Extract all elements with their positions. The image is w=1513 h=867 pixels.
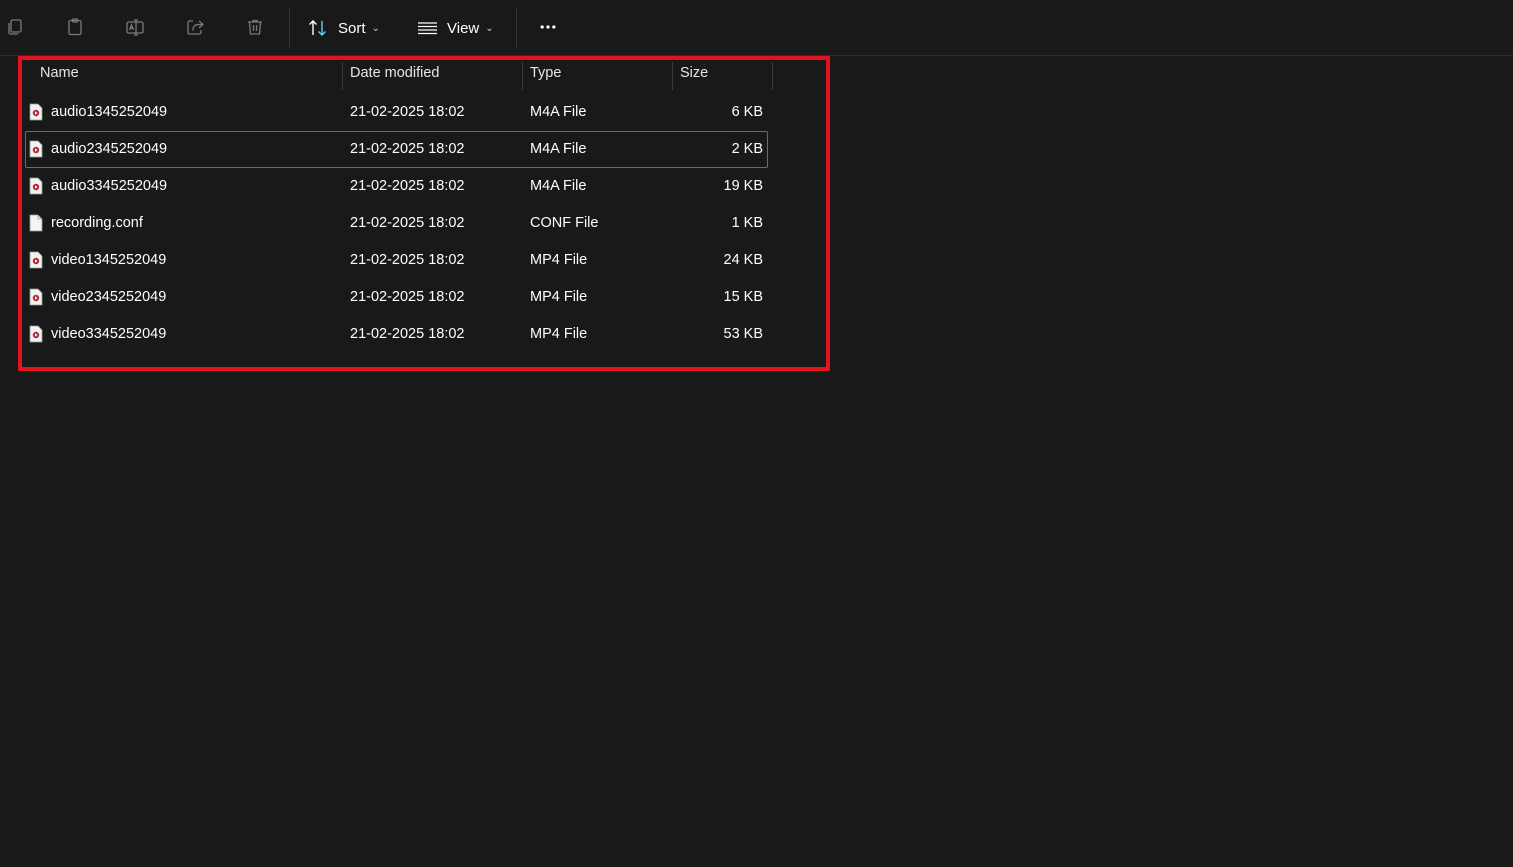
copy-icon[interactable] xyxy=(3,15,27,39)
file-row[interactable]: audio1345252049 21-02-2025 18:02 M4A Fil… xyxy=(25,94,768,131)
file-type: M4A File xyxy=(530,141,587,157)
column-header-name[interactable]: Name xyxy=(33,58,343,88)
file-size: 15 KB xyxy=(723,289,764,305)
file-row[interactable]: video2345252049 21-02-2025 18:02 MP4 Fil… xyxy=(25,279,768,316)
file-size: 2 KB xyxy=(731,141,763,157)
file-name: recording.conf xyxy=(51,215,143,231)
rename-icon[interactable] xyxy=(123,15,147,39)
sort-button[interactable]: Sort ⌄ xyxy=(307,13,380,43)
file-explorer-window: Sort ⌄ View ⌄ Name Date modified Type Si… xyxy=(0,0,1513,867)
file-name: video3345252049 xyxy=(51,326,167,342)
file-name: audio3345252049 xyxy=(51,178,168,194)
share-icon[interactable] xyxy=(183,15,207,39)
file-date: 21-02-2025 18:02 xyxy=(350,178,465,194)
column-header-size[interactable]: Size xyxy=(673,58,773,88)
delete-icon[interactable] xyxy=(243,15,267,39)
view-label: View xyxy=(447,19,480,37)
paste-icon[interactable] xyxy=(63,15,87,39)
file-name: video1345252049 xyxy=(51,252,167,268)
file-date: 21-02-2025 18:02 xyxy=(350,289,465,305)
file-name: audio1345252049 xyxy=(51,104,168,120)
column-header-row: Name Date modified Type Size xyxy=(25,58,773,90)
media-file-icon xyxy=(29,325,43,343)
command-bar: Sort ⌄ View ⌄ xyxy=(0,0,1513,56)
media-file-icon xyxy=(29,177,43,195)
file-date: 21-02-2025 18:02 xyxy=(350,141,465,157)
view-button[interactable]: View ⌄ xyxy=(417,13,494,43)
file-list: audio1345252049 21-02-2025 18:02 M4A Fil… xyxy=(25,94,768,353)
file-size: 24 KB xyxy=(723,252,764,268)
blank-file-icon xyxy=(29,214,43,232)
more-icon[interactable] xyxy=(535,15,561,39)
file-type: MP4 File xyxy=(530,289,588,305)
file-type: MP4 File xyxy=(530,252,588,268)
file-row[interactable]: audio3345252049 21-02-2025 18:02 M4A Fil… xyxy=(25,168,768,205)
file-date: 21-02-2025 18:02 xyxy=(350,215,465,231)
sort-label: Sort xyxy=(338,19,366,37)
file-row[interactable]: audio2345252049 21-02-2025 18:02 M4A Fil… xyxy=(25,131,768,168)
chevron-down-icon: ⌄ xyxy=(485,22,494,34)
file-type: CONF File xyxy=(530,215,599,231)
file-date: 21-02-2025 18:02 xyxy=(350,104,465,120)
file-type: M4A File xyxy=(530,178,587,194)
media-file-icon xyxy=(29,103,43,121)
file-row[interactable]: video1345252049 21-02-2025 18:02 MP4 Fil… xyxy=(25,242,768,279)
file-date: 21-02-2025 18:02 xyxy=(350,326,465,342)
column-header-type[interactable]: Type xyxy=(523,58,673,88)
file-size: 19 KB xyxy=(723,178,764,194)
file-size: 1 KB xyxy=(731,215,763,231)
file-date: 21-02-2025 18:02 xyxy=(350,252,465,268)
view-icon xyxy=(417,20,438,36)
toolbar-separator xyxy=(289,8,290,48)
file-row[interactable]: recording.conf 21-02-2025 18:02 CONF Fil… xyxy=(25,205,768,242)
sort-icon xyxy=(307,18,329,38)
column-header-date[interactable]: Date modified xyxy=(343,58,523,88)
file-size: 53 KB xyxy=(723,326,764,342)
file-type: M4A File xyxy=(530,104,587,120)
file-row[interactable]: video3345252049 21-02-2025 18:02 MP4 Fil… xyxy=(25,316,768,353)
file-name: video2345252049 xyxy=(51,289,167,305)
media-file-icon xyxy=(29,251,43,269)
media-file-icon xyxy=(29,288,43,306)
chevron-down-icon: ⌄ xyxy=(371,22,380,34)
column-divider[interactable] xyxy=(772,62,773,90)
file-type: MP4 File xyxy=(530,326,588,342)
media-file-icon xyxy=(29,140,43,158)
toolbar-separator xyxy=(516,8,517,48)
file-name: audio2345252049 xyxy=(51,141,168,157)
file-size: 6 KB xyxy=(731,104,763,120)
